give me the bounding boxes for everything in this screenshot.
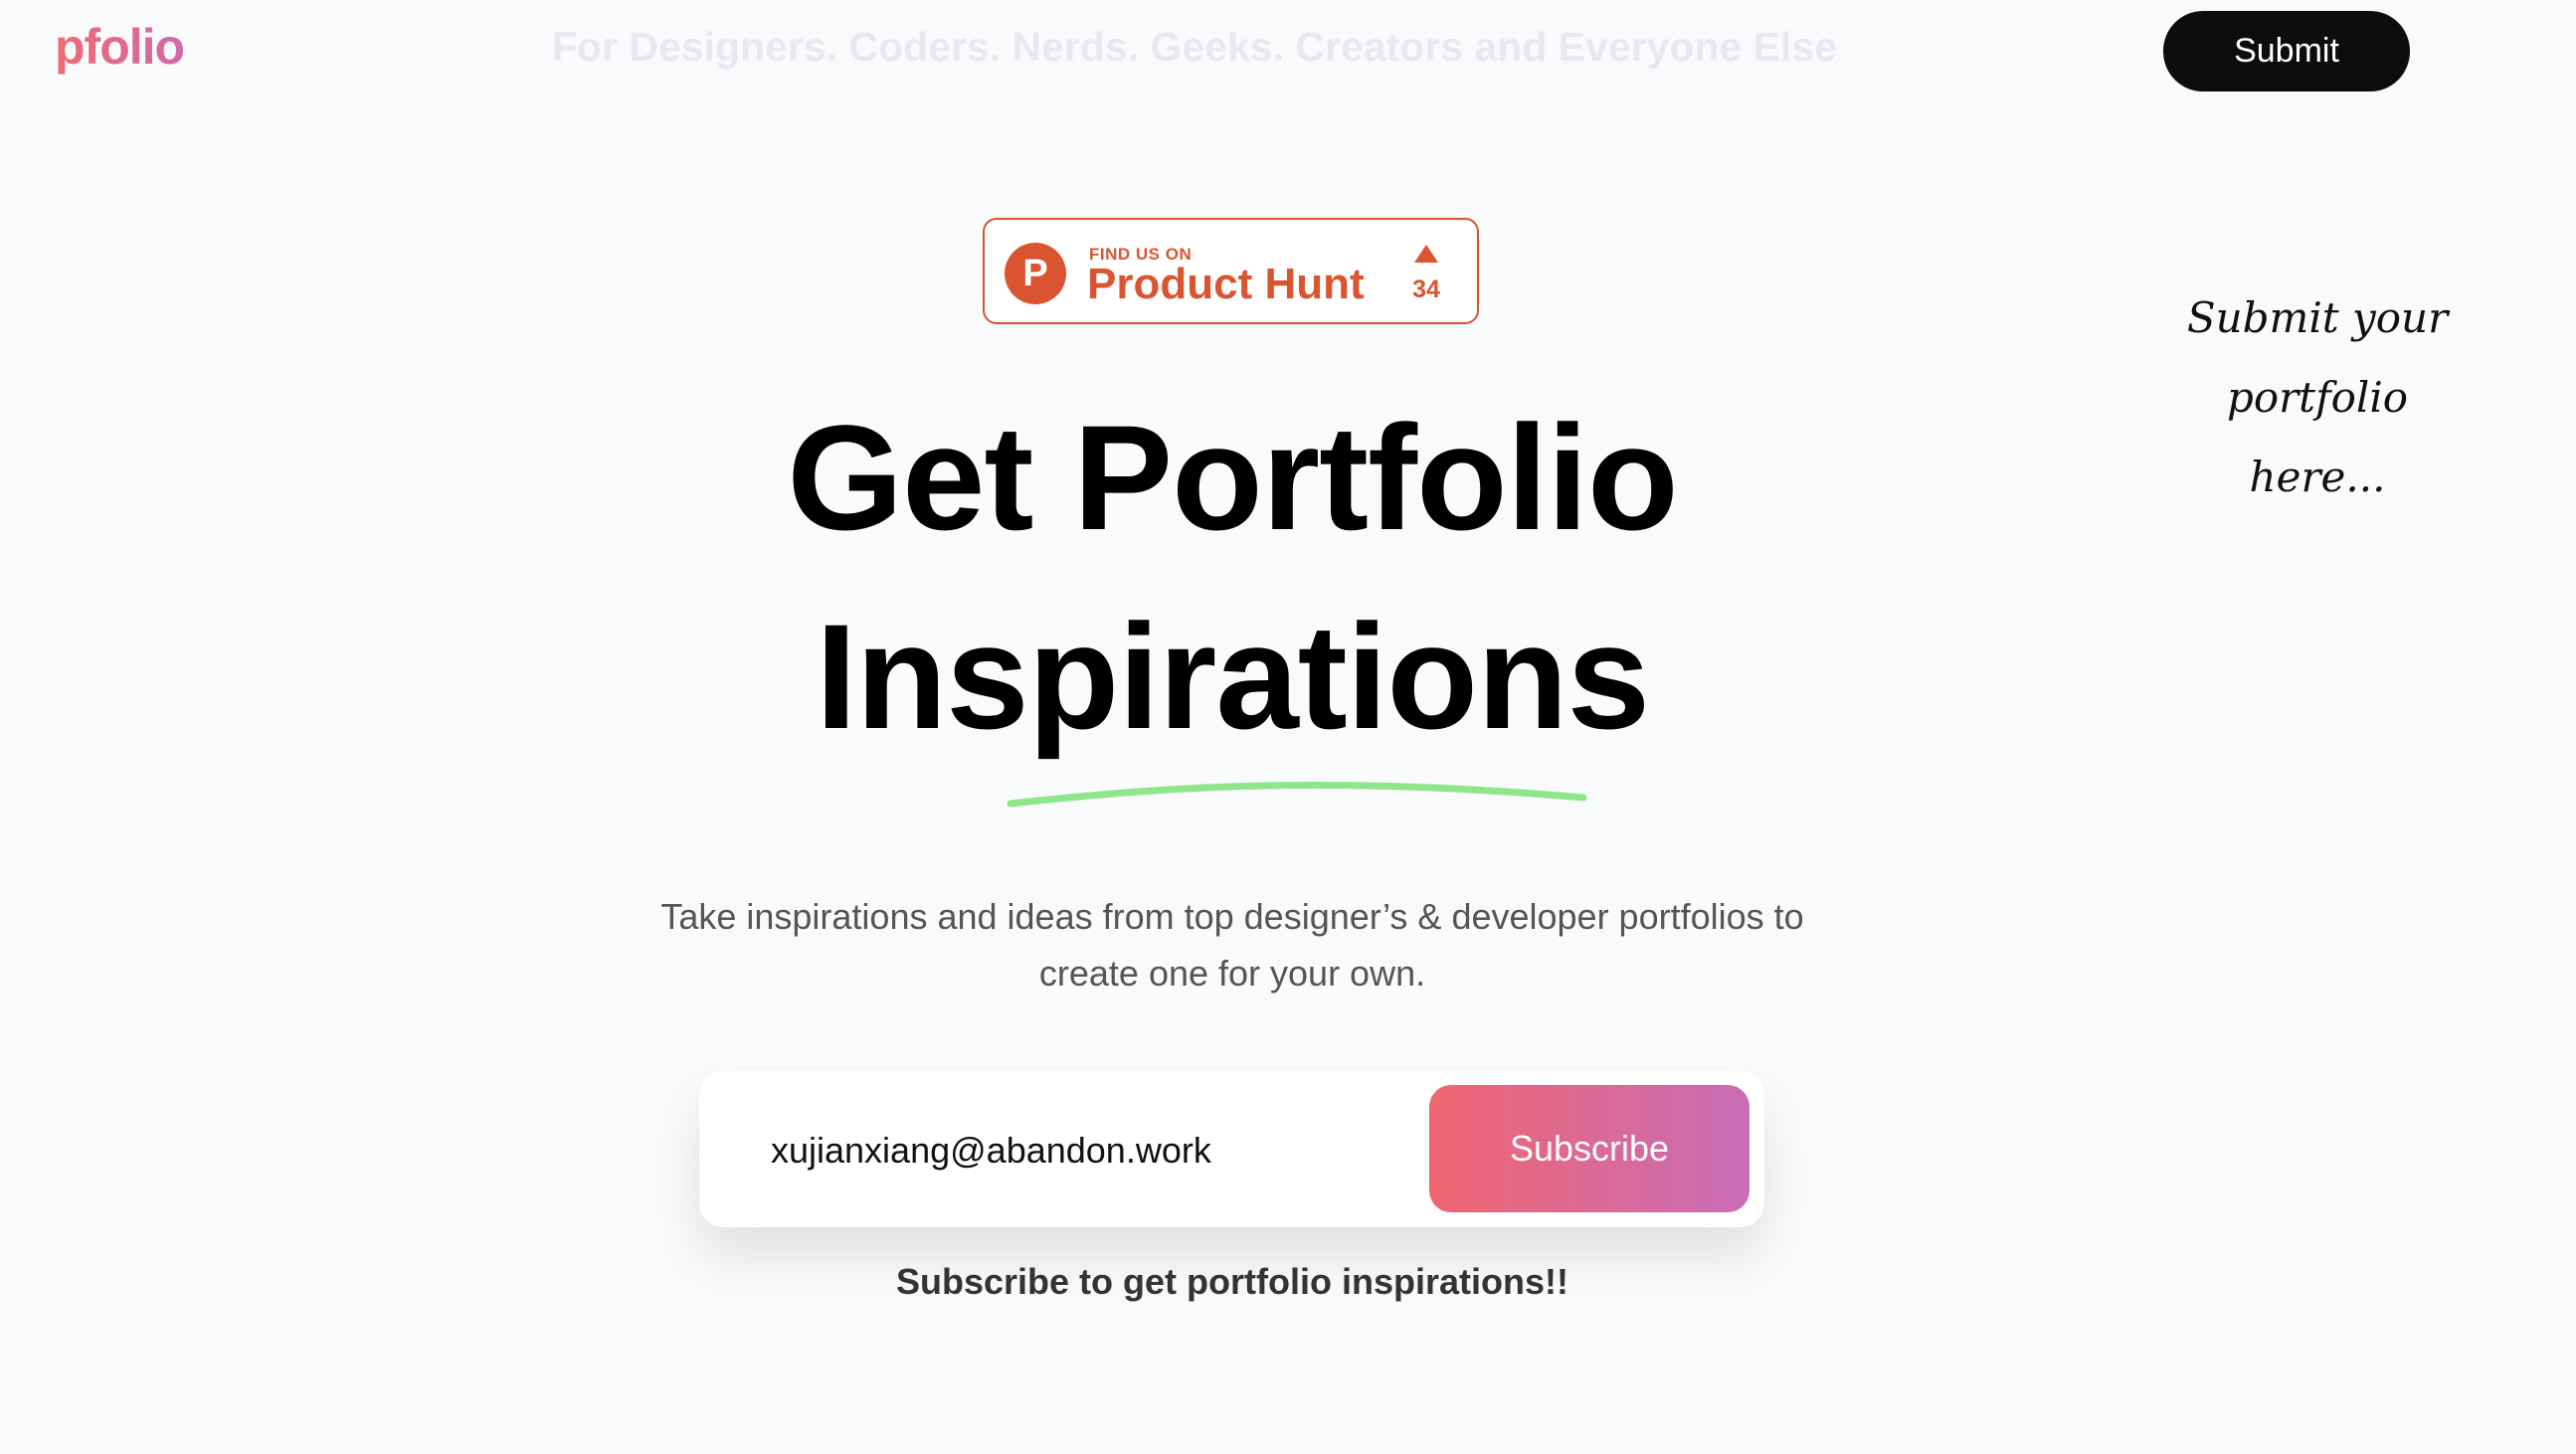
subscribe-form: Subscribe <box>699 1071 1764 1227</box>
hero-underline-decoration <box>1007 781 1587 808</box>
subscribe-caption: Subscribe to get portfolio inspirations!… <box>895 1261 1568 1302</box>
submit-portfolio-note: Submit your portfolio here... <box>2178 278 2457 517</box>
upvote-triangle-icon <box>1414 245 1438 263</box>
note-line-3: here... <box>2249 453 2386 501</box>
submit-button[interactable]: Submit <box>2163 11 2410 91</box>
email-input[interactable] <box>769 1117 1409 1184</box>
product-hunt-name: Product Hunt <box>1087 260 1365 308</box>
header-tagline: For Designers. Coders. Nerds. Geeks. Cre… <box>552 24 1838 70</box>
note-line-2: portfolio <box>2226 373 2409 422</box>
subscribe-button[interactable]: Subscribe <box>1429 1085 1749 1212</box>
hero-title-line-1: Get Portfolio <box>787 394 1678 561</box>
product-hunt-icon: P <box>1005 243 1066 304</box>
upvote-count: 34 <box>1412 275 1440 303</box>
pfolio-logo[interactable]: pfolio <box>55 18 185 76</box>
hero-description: Take inspirations and ideas from top des… <box>660 896 1804 994</box>
underline-stroke <box>1007 781 1587 808</box>
note-line-1: Submit your <box>2186 293 2449 342</box>
hero-title-line-2: Inspirations <box>815 593 1650 760</box>
product-hunt-badge[interactable]: P FIND US ON Product Hunt 34 <box>983 218 1479 324</box>
